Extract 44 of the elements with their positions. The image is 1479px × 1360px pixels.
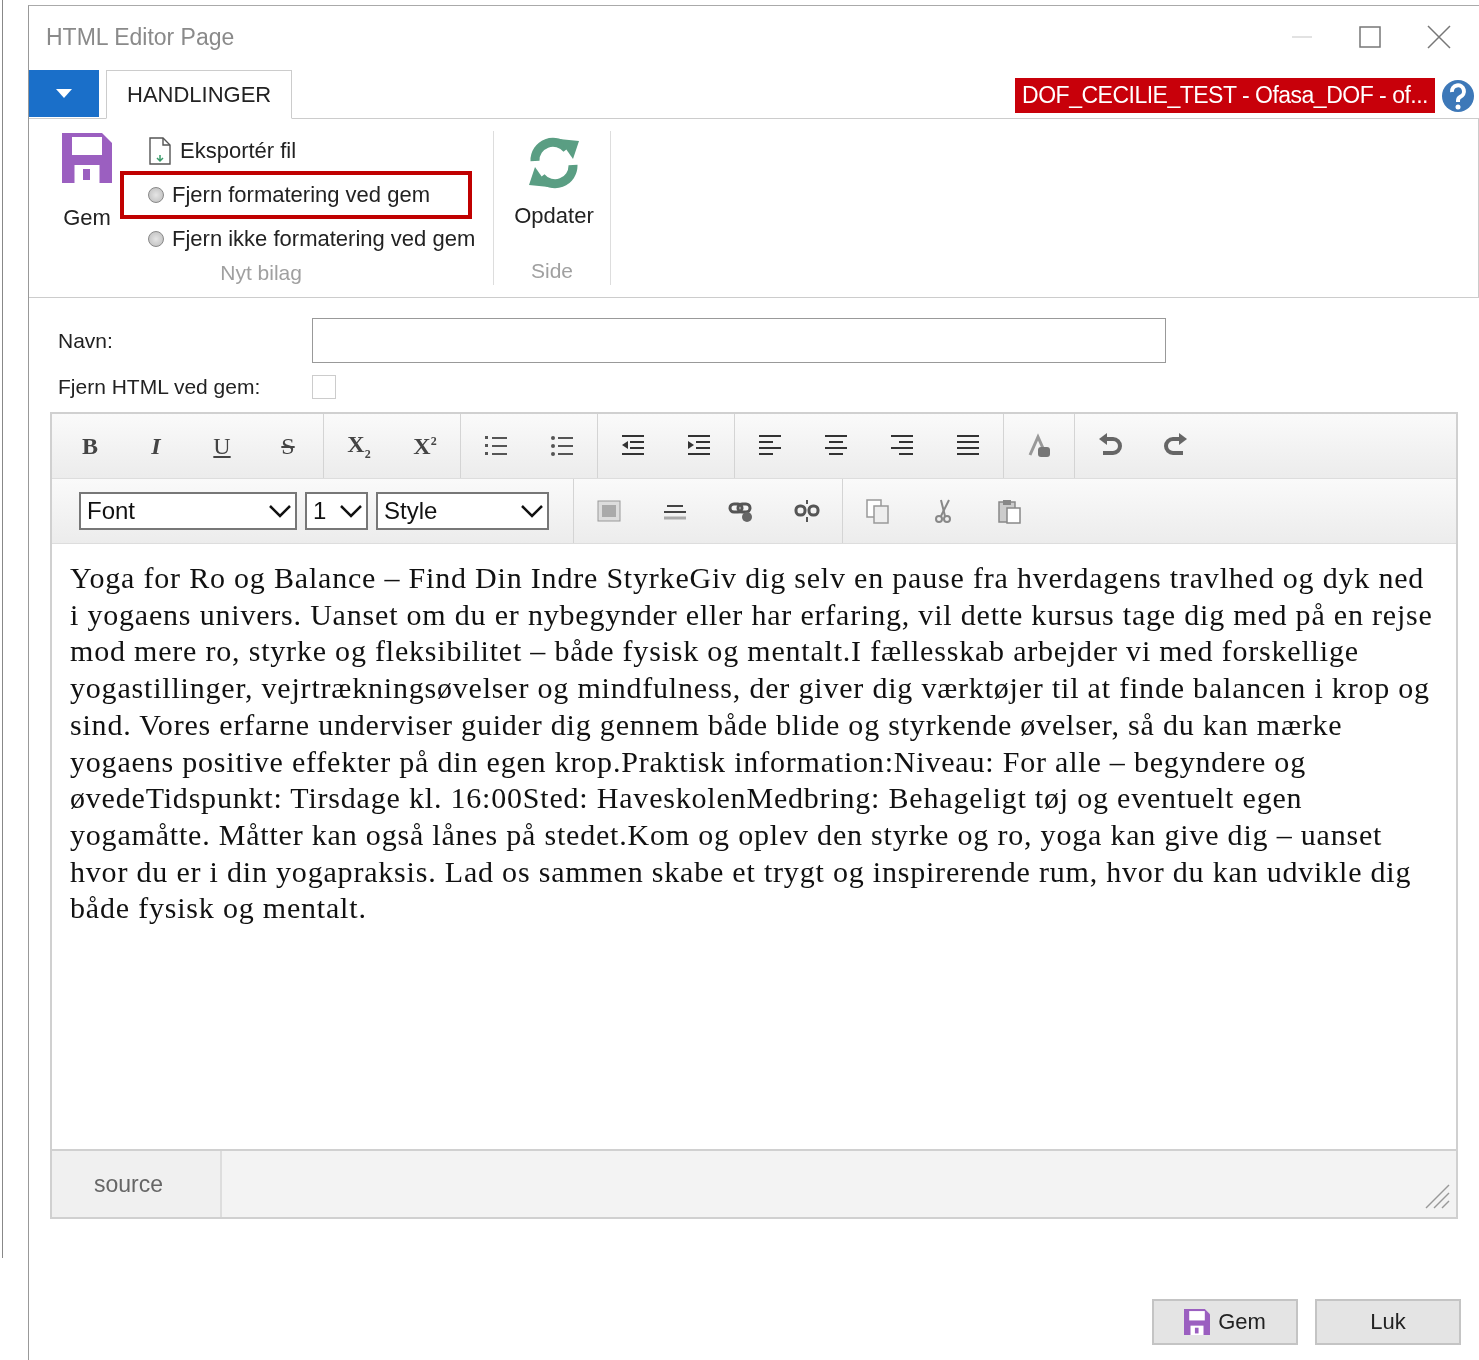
bullet-list-icon [549,433,575,459]
checkbox[interactable] [312,375,336,399]
strikethrough-button[interactable]: S [255,424,321,468]
window-title: HTML Editor Page [46,23,236,51]
chevron-icon [521,504,543,518]
dropdown[interactable]: Font [79,492,297,530]
save-icon [62,133,112,183]
group-label: Side [529,259,574,284]
italic-button[interactable]: I [123,424,189,468]
unlink-icon [794,498,820,524]
caret-icon [56,88,72,99]
copy-icon [865,498,891,524]
refresh-button[interactable]: Opdater [494,131,610,259]
dropdown[interactable]: 1 [305,492,368,530]
bold-button[interactable]: B [57,424,123,468]
field-label: Fjern HTML ved gem: [58,375,262,399]
name-field[interactable] [312,318,1166,363]
save-button[interactable]: Gem [1152,1299,1298,1345]
refresh-icon [527,135,581,189]
close-icon [1427,25,1451,49]
export-file-button[interactable]: Eksportér fil [128,129,484,173]
dropdown[interactable]: Style [376,492,549,530]
help-button[interactable] [1441,79,1475,113]
underline-button[interactable]: U [189,424,255,468]
editor-text[interactable]: Yoga for Ro og Balance – Find Din Indre StyrkeGiv dig selv en pause fra hverdagens travlhed og dyk ned i yogaens univers. Uanset om du er nybegynder eller har erfaring, vil dette kursus tage dig med på en rejse mod mere ro, styrke og fleksibilitet – både fysisk og mentalt.I fællesskab arbejder vi med forskellige yogastillinger, vejrtrækningsøvelser og mindfulness, der giver dig værktøjer til at finde balancen i krop og sind. Vores erfarne underviser guider dig gennem både blide og styrkende øvelser, så du kan mærke yogaens positive effekter på din egen krop.Praktisk information:Niveau: For alle – begyndere og øvedeTidspunkt: Tirsdage kl. 16:00Sted: HaveskolenMedbring: Behageligt tøj og eventuelt egen yogamåtte. Måtter kan også lånes på stedet.Kom og oplev den styrke og ro, yoga kan give dig – uanset hvor du er i din yogapraksis. Lad os sammen skabe et trygt og inspirerende rum, hvor du kan udvikle dig både fysisk og mentalt. [52,544,1456,1149]
subscript-button[interactable]: X$_{2}$ [326,424,392,468]
field-label: Navn: [58,328,114,353]
dropdown-button[interactable] [29,70,99,117]
eraser-icon [1026,433,1052,459]
group-label: Nyt bilag [219,261,303,285]
close-button[interactable]: Luk [1315,1299,1461,1345]
radio-option[interactable]: Fjern ikke formatering ved gem [128,217,484,261]
resize-grip-icon [1424,1183,1450,1209]
ribbon-tab[interactable]: HANDLINGER [106,70,293,119]
help-icon [1441,79,1475,113]
save-icon [1184,1309,1211,1335]
paste-icon [997,498,1023,524]
maximize-icon [1359,26,1381,48]
image-icon [596,498,622,524]
context-badge: DOF_CECILIE_TEST - Ofasa_DOF - of... [1015,78,1435,113]
chevron-icon [340,504,362,518]
file-icon [148,137,172,165]
chevron-icon [269,504,291,518]
superscript-button[interactable]: X$^{2}$ [392,424,458,468]
